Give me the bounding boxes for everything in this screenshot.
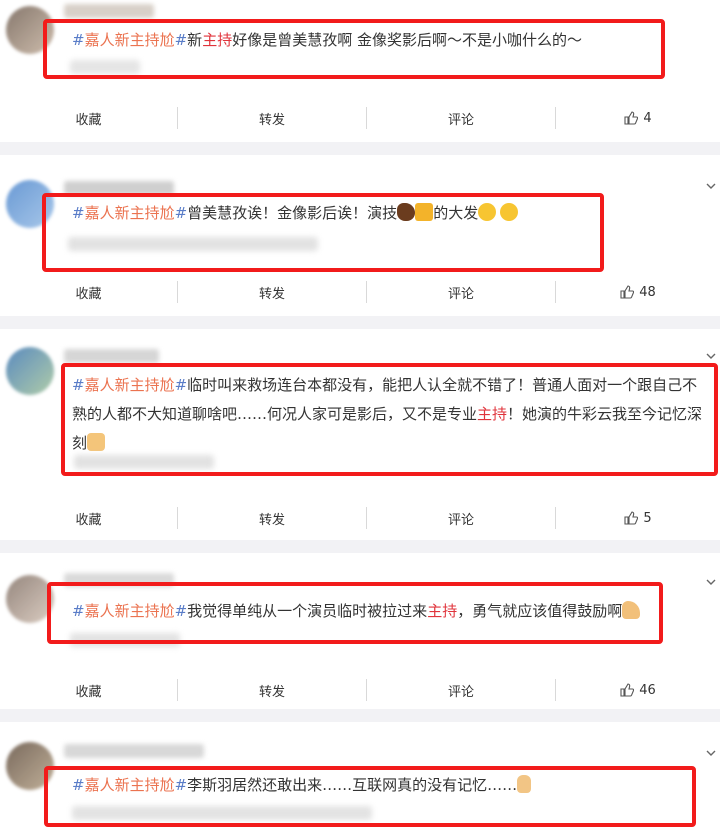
- thumbs-up-icon: [620, 285, 635, 299]
- flexed-biceps-icon: [622, 601, 641, 619]
- thumbs-up-emoji-icon: [87, 433, 106, 451]
- avatar[interactable]: [6, 347, 54, 395]
- chevron-down-icon[interactable]: [706, 353, 716, 363]
- blurred-meta: [70, 60, 140, 74]
- repost-button[interactable]: 转发: [178, 501, 366, 535]
- avatar[interactable]: [6, 180, 54, 228]
- comment-text: #嘉人新主持尬#临时叫来救场连台本都没有，能把人认全就不错了！普通人面对一个跟自…: [72, 376, 703, 452]
- comment-button[interactable]: 评论: [367, 501, 555, 535]
- avatar[interactable]: [6, 6, 54, 54]
- avatar[interactable]: [6, 742, 54, 790]
- comment-text: #嘉人新主持尬#曾美慧孜诶！金像影后诶！演技 的大发: [72, 199, 706, 228]
- comment-button[interactable]: 评论: [367, 673, 555, 707]
- thumbs-up-icon: [624, 111, 639, 125]
- hashtag-link[interactable]: #嘉人新主持尬#: [72, 602, 187, 620]
- favorite-button[interactable]: 收藏: [0, 275, 177, 309]
- comment-card: #嘉人新主持尬#临时叫来救场连台本都没有，能把人认全就不错了！普通人面对一个跟自…: [0, 329, 720, 540]
- username-blurred[interactable]: [64, 181, 174, 195]
- favorite-button[interactable]: 收藏: [0, 501, 177, 535]
- horse-face-icon: [397, 203, 416, 221]
- comment-text: #嘉人新主持尬#我觉得单纯从一个演员临时被拉过来主持，勇气就应该值得鼓励啊: [72, 597, 706, 626]
- comment-card: #嘉人新主持尬#新主持好像是曾美慧孜啊 金像奖影后啊～不是小咖什么的～ 收藏 转…: [0, 0, 720, 142]
- hashtag-link[interactable]: #嘉人新主持尬#: [72, 31, 187, 49]
- username-blurred[interactable]: [64, 744, 204, 758]
- avatar[interactable]: [6, 575, 54, 623]
- comment-text: #嘉人新主持尬#李斯羽居然还敢出来……互联网真的没有记忆……: [72, 771, 706, 800]
- hashtag-link[interactable]: #嘉人新主持尬#: [72, 376, 187, 394]
- blurred-meta: [74, 455, 214, 469]
- keyword-highlight: 主持: [202, 31, 233, 49]
- chevron-down-icon[interactable]: [706, 579, 716, 589]
- like-button[interactable]: 5: [556, 501, 720, 535]
- thumbs-up-icon: [620, 683, 635, 697]
- thumbs-up-icon: [624, 511, 639, 525]
- blurred-meta: [72, 806, 372, 820]
- username-blurred[interactable]: [64, 349, 159, 363]
- repost-button[interactable]: 转发: [178, 673, 366, 707]
- like-button[interactable]: 4: [556, 101, 720, 135]
- chevron-down-icon[interactable]: [706, 750, 716, 760]
- comment-card: #嘉人新主持尬#李斯羽居然还敢出来……互联网真的没有记忆……: [0, 722, 720, 829]
- screaming-face-icon: [500, 203, 519, 221]
- comment-card: #嘉人新主持尬#我觉得单纯从一个演员临时被拉过来主持，勇气就应该值得鼓励啊 收藏…: [0, 553, 720, 709]
- hashtag-link[interactable]: #嘉人新主持尬#: [72, 776, 187, 794]
- repost-button[interactable]: 转发: [178, 275, 366, 309]
- action-bar: 收藏 转发 评论 4: [0, 101, 720, 135]
- comment-card: #嘉人新主持尬#曾美慧孜诶！金像影后诶！演技 的大发 收藏 转发 评论 48: [0, 155, 720, 316]
- action-bar: 收藏 转发 评论 5: [0, 501, 720, 535]
- blurred-meta: [68, 237, 318, 251]
- keyword-highlight: 主持: [477, 405, 508, 423]
- beer-mug-icon: [415, 203, 434, 221]
- hashtag-link[interactable]: #嘉人新主持尬#: [72, 204, 187, 222]
- comment-text: #嘉人新主持尬#新主持好像是曾美慧孜啊 金像奖影后啊～不是小咖什么的～: [72, 31, 582, 49]
- keyword-highlight: 主持: [427, 602, 458, 620]
- chevron-down-icon[interactable]: [706, 183, 716, 193]
- favorite-button[interactable]: 收藏: [0, 673, 177, 707]
- index-pointing-up-icon: [517, 775, 532, 793]
- action-bar: 收藏 转发 评论 48: [0, 275, 720, 309]
- username-blurred[interactable]: [64, 573, 174, 587]
- action-bar: 收藏 转发 评论 46: [0, 673, 720, 707]
- comment-button[interactable]: 评论: [367, 101, 555, 135]
- comment-button[interactable]: 评论: [367, 275, 555, 309]
- favorite-button[interactable]: 收藏: [0, 101, 177, 135]
- username-blurred[interactable]: [64, 4, 154, 18]
- like-button[interactable]: 48: [556, 275, 720, 309]
- like-button[interactable]: 46: [556, 673, 720, 707]
- blurred-meta: [70, 633, 180, 647]
- repost-button[interactable]: 转发: [178, 101, 366, 135]
- screaming-face-icon: [478, 203, 497, 221]
